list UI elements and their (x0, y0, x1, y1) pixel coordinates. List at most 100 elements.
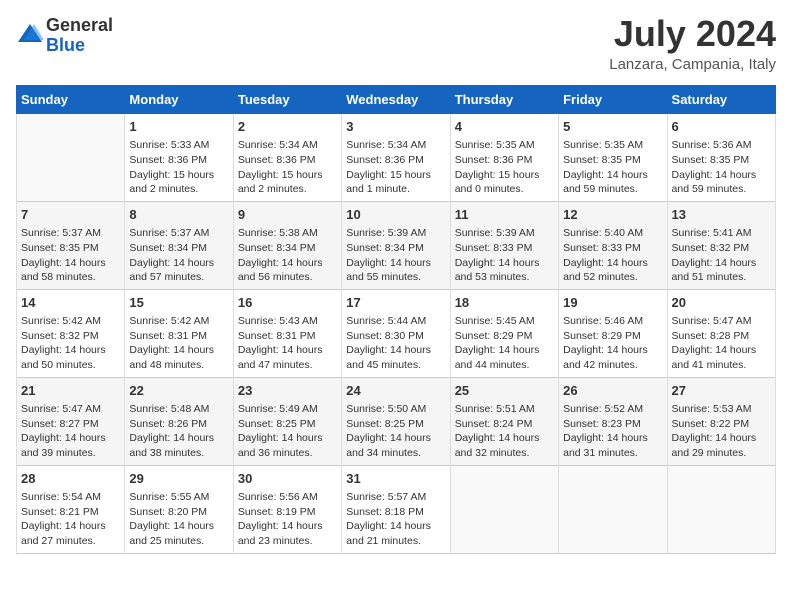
day-info: Sunrise: 5:57 AM Sunset: 8:18 PM Dayligh… (346, 490, 445, 549)
logo-blue-text: Blue (46, 35, 85, 55)
logo: General Blue (16, 16, 113, 56)
title-section: July 2024 Lanzara, Campania, Italy (609, 16, 776, 73)
header-thursday: Thursday (450, 86, 558, 114)
day-number: 26 (563, 382, 662, 400)
day-info: Sunrise: 5:46 AM Sunset: 8:29 PM Dayligh… (563, 314, 662, 373)
calendar-cell: 3 Sunrise: 5:34 AM Sunset: 8:36 PM Daylig… (342, 114, 450, 202)
header-row: SundayMondayTuesdayWednesdayThursdayFrid… (17, 86, 776, 114)
header-tuesday: Tuesday (233, 86, 341, 114)
calendar-cell: 25 Sunrise: 5:51 AM Sunset: 8:24 PM Dayli… (450, 377, 558, 465)
calendar-cell: 20Sunrise: 5:47 AM Sunset: 8:28 PM Dayli… (667, 289, 775, 377)
calendar-cell: 16 Sunrise: 5:43 AM Sunset: 8:31 PM Dayli… (233, 289, 341, 377)
day-number: 28 (21, 470, 120, 488)
day-info: Sunrise: 5:36 AM Sunset: 8:35 PM Dayligh… (672, 138, 771, 197)
calendar-cell: 6 Sunrise: 5:36 AM Sunset: 8:35 PM Daylig… (667, 114, 775, 202)
day-info: Sunrise: 5:50 AM Sunset: 8:25 PM Dayligh… (346, 402, 445, 461)
day-info: Sunrise: 5:42 AM Sunset: 8:31 PM Dayligh… (129, 314, 228, 373)
logo-icon (16, 20, 44, 48)
day-info: Sunrise: 5:56 AM Sunset: 8:19 PM Dayligh… (238, 490, 337, 549)
day-info: Sunrise: 5:39 AM Sunset: 8:33 PM Dayligh… (455, 226, 554, 285)
day-info: Sunrise: 5:52 AM Sunset: 8:23 PM Dayligh… (563, 402, 662, 461)
day-number: 25 (455, 382, 554, 400)
day-info: Sunrise: 5:34 AM Sunset: 8:36 PM Dayligh… (238, 138, 337, 197)
header-saturday: Saturday (667, 86, 775, 114)
calendar-cell: 21Sunrise: 5:47 AM Sunset: 8:27 PM Dayli… (17, 377, 125, 465)
location: Lanzara, Campania, Italy (609, 56, 776, 73)
day-info: Sunrise: 5:38 AM Sunset: 8:34 PM Dayligh… (238, 226, 337, 285)
day-info: Sunrise: 5:35 AM Sunset: 8:35 PM Dayligh… (563, 138, 662, 197)
day-number: 19 (563, 294, 662, 312)
calendar-cell (559, 465, 667, 553)
day-info: Sunrise: 5:42 AM Sunset: 8:32 PM Dayligh… (21, 314, 120, 373)
day-number: 31 (346, 470, 445, 488)
day-info: Sunrise: 5:54 AM Sunset: 8:21 PM Dayligh… (21, 490, 120, 549)
calendar-cell: 22 Sunrise: 5:48 AM Sunset: 8:26 PM Dayli… (125, 377, 233, 465)
calendar-cell: 9 Sunrise: 5:38 AM Sunset: 8:34 PM Daylig… (233, 201, 341, 289)
calendar-cell: 13 Sunrise: 5:41 AM Sunset: 8:32 PM Dayli… (667, 201, 775, 289)
day-info: Sunrise: 5:51 AM Sunset: 8:24 PM Dayligh… (455, 402, 554, 461)
day-info: Sunrise: 5:39 AM Sunset: 8:34 PM Dayligh… (346, 226, 445, 285)
calendar-cell: 31 Sunrise: 5:57 AM Sunset: 8:18 PM Dayli… (342, 465, 450, 553)
day-number: 10 (346, 206, 445, 224)
calendar-cell: 14 Sunrise: 5:42 AM Sunset: 8:32 PM Dayli… (17, 289, 125, 377)
calendar-cell (667, 465, 775, 553)
day-info: Sunrise: 5:33 AM Sunset: 8:36 PM Dayligh… (129, 138, 228, 197)
day-info: Sunrise: 5:53 AM Sunset: 8:22 PM Dayligh… (672, 402, 771, 461)
day-number: 16 (238, 294, 337, 312)
calendar-cell: 30Sunrise: 5:56 AM Sunset: 8:19 PM Dayli… (233, 465, 341, 553)
calendar-cell: 18Sunrise: 5:45 AM Sunset: 8:29 PM Dayli… (450, 289, 558, 377)
calendar-cell: 23Sunrise: 5:49 AM Sunset: 8:25 PM Dayli… (233, 377, 341, 465)
day-info: Sunrise: 5:37 AM Sunset: 8:34 PM Dayligh… (129, 226, 228, 285)
day-number: 8 (129, 206, 228, 224)
day-info: Sunrise: 5:37 AM Sunset: 8:35 PM Dayligh… (21, 226, 120, 285)
calendar-cell: 12 Sunrise: 5:40 AM Sunset: 8:33 PM Dayli… (559, 201, 667, 289)
day-number: 22 (129, 382, 228, 400)
day-number: 21 (21, 382, 120, 400)
day-info: Sunrise: 5:48 AM Sunset: 8:26 PM Dayligh… (129, 402, 228, 461)
day-info: Sunrise: 5:45 AM Sunset: 8:29 PM Dayligh… (455, 314, 554, 373)
day-number: 9 (238, 206, 337, 224)
day-info: Sunrise: 5:40 AM Sunset: 8:33 PM Dayligh… (563, 226, 662, 285)
day-info: Sunrise: 5:55 AM Sunset: 8:20 PM Dayligh… (129, 490, 228, 549)
calendar-cell: 11Sunrise: 5:39 AM Sunset: 8:33 PM Dayli… (450, 201, 558, 289)
day-info: Sunrise: 5:41 AM Sunset: 8:32 PM Dayligh… (672, 226, 771, 285)
day-info: Sunrise: 5:43 AM Sunset: 8:31 PM Dayligh… (238, 314, 337, 373)
calendar-cell: 24 Sunrise: 5:50 AM Sunset: 8:25 PM Dayli… (342, 377, 450, 465)
calendar-cell: 28 Sunrise: 5:54 AM Sunset: 8:21 PM Dayli… (17, 465, 125, 553)
week-row-5: 28 Sunrise: 5:54 AM Sunset: 8:21 PM Dayli… (17, 465, 776, 553)
day-number: 15 (129, 294, 228, 312)
calendar-cell: 5 Sunrise: 5:35 AM Sunset: 8:35 PM Daylig… (559, 114, 667, 202)
day-number: 13 (672, 206, 771, 224)
calendar-cell: 15 Sunrise: 5:42 AM Sunset: 8:31 PM Dayli… (125, 289, 233, 377)
day-number: 4 (455, 118, 554, 136)
day-info: Sunrise: 5:35 AM Sunset: 8:36 PM Dayligh… (455, 138, 554, 197)
page-header: General Blue July 2024 Lanzara, Campania… (16, 16, 776, 73)
calendar-cell: 2Sunrise: 5:34 AM Sunset: 8:36 PM Daylig… (233, 114, 341, 202)
week-row-4: 21Sunrise: 5:47 AM Sunset: 8:27 PM Dayli… (17, 377, 776, 465)
calendar-table: SundayMondayTuesdayWednesdayThursdayFrid… (16, 85, 776, 554)
calendar-cell: 1 Sunrise: 5:33 AM Sunset: 8:36 PM Daylig… (125, 114, 233, 202)
day-number: 24 (346, 382, 445, 400)
day-number: 1 (129, 118, 228, 136)
calendar-cell: 8 Sunrise: 5:37 AM Sunset: 8:34 PM Daylig… (125, 201, 233, 289)
day-number: 27 (672, 382, 771, 400)
day-info: Sunrise: 5:49 AM Sunset: 8:25 PM Dayligh… (238, 402, 337, 461)
week-row-1: 1 Sunrise: 5:33 AM Sunset: 8:36 PM Daylig… (17, 114, 776, 202)
day-info: Sunrise: 5:47 AM Sunset: 8:28 PM Dayligh… (672, 314, 771, 373)
week-row-3: 14 Sunrise: 5:42 AM Sunset: 8:32 PM Dayli… (17, 289, 776, 377)
day-info: Sunrise: 5:34 AM Sunset: 8:36 PM Dayligh… (346, 138, 445, 197)
day-number: 17 (346, 294, 445, 312)
calendar-cell (17, 114, 125, 202)
calendar-cell: 7 Sunrise: 5:37 AM Sunset: 8:35 PM Daylig… (17, 201, 125, 289)
day-number: 6 (672, 118, 771, 136)
month-title: July 2024 (609, 16, 776, 52)
day-number: 5 (563, 118, 662, 136)
day-number: 14 (21, 294, 120, 312)
day-number: 12 (563, 206, 662, 224)
calendar-cell (450, 465, 558, 553)
calendar-cell: 26 Sunrise: 5:52 AM Sunset: 8:23 PM Dayli… (559, 377, 667, 465)
calendar-cell: 29Sunrise: 5:55 AM Sunset: 8:20 PM Dayli… (125, 465, 233, 553)
header-wednesday: Wednesday (342, 86, 450, 114)
day-number: 3 (346, 118, 445, 136)
day-number: 7 (21, 206, 120, 224)
